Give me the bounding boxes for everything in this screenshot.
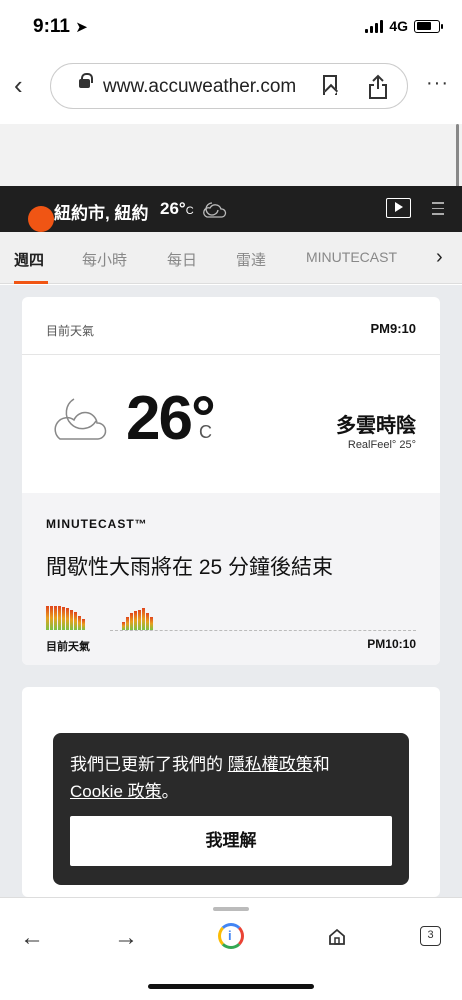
- minutecast-bar: [146, 613, 149, 630]
- accept-button[interactable]: 我理解: [70, 816, 392, 866]
- privacy-policy-link[interactable]: 隱私權政策: [228, 755, 313, 774]
- status-bar: 9:11 ➤ 4G: [0, 0, 462, 52]
- address-bar[interactable]: www.accuweather.com: [50, 63, 408, 109]
- minutecast-bar: [46, 606, 49, 630]
- minutecast-bar: [78, 616, 81, 630]
- site-header: 紐約市, 紐約 26°C: [0, 186, 462, 236]
- header-temp: 26°C: [160, 199, 194, 218]
- back-chevron-icon[interactable]: ‹: [14, 72, 23, 98]
- lock-icon: [79, 73, 93, 88]
- network-label: 4G: [389, 18, 408, 34]
- minutecast-title: MINUTECAST™: [46, 517, 148, 531]
- current-weather-card[interactable]: 目前天氣 PM9:10 26° C 多雲時陰 RealFeel° 25° MIN…: [22, 297, 440, 665]
- minutecast-bar: [70, 610, 73, 630]
- minutecast-bar: [130, 613, 133, 630]
- browser-bottom-bar: ← → i 3: [0, 897, 462, 1000]
- minutecast-bar: [126, 617, 129, 630]
- minutecast-bar: [138, 610, 141, 630]
- minutecast-message: 間歇性大雨將在 25 分鐘後結束: [46, 556, 334, 579]
- current-time: PM9:10: [370, 321, 416, 336]
- minutecast-bar: [122, 622, 125, 630]
- privacy-toast: 我們已更新了我們的 隱私權政策和 Cookie 政策。 我理解: [53, 733, 409, 885]
- tab-radar[interactable]: 雷達: [236, 249, 266, 270]
- home-icon[interactable]: [328, 928, 346, 946]
- home-indicator: [148, 984, 314, 989]
- minutecast-bar: [58, 606, 61, 630]
- banner-placeholder: [0, 124, 462, 186]
- url-text[interactable]: www.accuweather.com: [103, 76, 296, 98]
- minutecast-baseline: [110, 630, 416, 631]
- battery-icon: [414, 19, 443, 33]
- realfeel: RealFeel° 25°: [347, 439, 416, 451]
- forward-arrow-icon[interactable]: →: [114, 924, 138, 952]
- location-name[interactable]: 紐約市, 紐約: [54, 199, 148, 224]
- moon-cloud-icon: [54, 398, 107, 440]
- google-lens-icon[interactable]: i: [218, 923, 244, 949]
- accuweather-logo-icon[interactable]: [14, 196, 58, 236]
- bookmark-icon[interactable]: [323, 75, 337, 95]
- minutecast-bar: [82, 619, 85, 630]
- signal-icon: [365, 19, 384, 33]
- tab-thursday[interactable]: 週四: [14, 249, 44, 270]
- minutecast-bar: [142, 608, 145, 630]
- menu-icon[interactable]: [432, 202, 444, 219]
- tab-minutecast[interactable]: MINUTECAST: [306, 249, 397, 265]
- browser-toolbar: ‹ www.accuweather.com ···: [0, 56, 462, 118]
- minutecast-bar: [62, 607, 65, 630]
- cookie-policy-link[interactable]: Cookie 政策: [70, 782, 162, 801]
- minutecast-bar: [54, 606, 57, 630]
- share-icon[interactable]: [367, 74, 389, 100]
- tab-daily[interactable]: 每日: [167, 249, 197, 270]
- forecast-tabs: 週四 每小時 每日 雷達 MINUTECAST ›: [0, 232, 462, 284]
- current-unit: C: [199, 422, 212, 442]
- video-icon[interactable]: [386, 198, 411, 218]
- grab-handle[interactable]: [213, 907, 249, 911]
- minutecast-bar: [50, 606, 53, 630]
- tabs-count-button[interactable]: 3: [420, 926, 441, 946]
- current-label: 目前天氣: [46, 324, 95, 338]
- divider: [22, 354, 440, 355]
- tabs-next-chevron-icon[interactable]: ›: [436, 246, 443, 269]
- back-arrow-icon[interactable]: ←: [20, 924, 44, 952]
- minutecast-bar: [134, 611, 137, 630]
- header-moon-cloud-icon: [203, 202, 227, 218]
- tab-hourly[interactable]: 每小時: [82, 249, 127, 270]
- minutecast-bar: [66, 608, 69, 630]
- current-temp: 26°: [126, 384, 216, 453]
- minutecast-bar: [74, 612, 77, 630]
- minutecast-end-label: PM10:10: [367, 637, 416, 651]
- status-time: 9:11 ➤: [33, 16, 88, 37]
- more-icon[interactable]: ···: [426, 72, 449, 95]
- active-tab-indicator: [14, 281, 48, 284]
- minutecast-start-label: 目前天氣: [46, 641, 90, 653]
- toast-text: 我們已更新了我們的 隱私權政策和 Cookie 政策。: [70, 755, 330, 801]
- current-condition: 多雲時陰: [336, 415, 416, 437]
- minutecast-bar: [150, 617, 153, 630]
- status-right: 4G: [365, 18, 443, 34]
